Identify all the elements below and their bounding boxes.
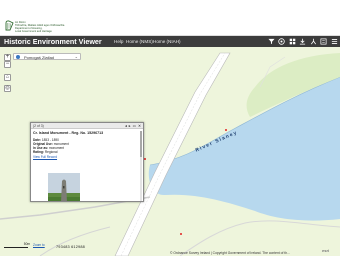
home-button[interactable]: ⌂ (4, 74, 11, 81)
layer-select-value: Pomogaš Zlatlad (24, 54, 55, 60)
popup-controls: ◂ ▸ ▭ ✕ (125, 124, 141, 129)
basemap-button[interactable] (278, 38, 286, 46)
download-button[interactable] (299, 38, 307, 46)
home-niah-link[interactable]: Home (NIAH) (153, 38, 181, 45)
next-feature-icon[interactable]: ▸ (129, 124, 131, 129)
toolbar (267, 37, 338, 46)
globe-icon (16, 54, 20, 59)
site-header: An Roinn Tithíochta, Rialtais Áitiúil ag… (0, 0, 340, 36)
app-title: Historic Environment Viewer (4, 37, 102, 46)
popup-scrollbar[interactable] (140, 131, 142, 201)
filter-button[interactable] (267, 38, 275, 46)
scroll-thumb[interactable] (140, 131, 142, 157)
scale-line (4, 247, 28, 248)
field-label: Rating: (33, 149, 44, 154)
menu-button[interactable] (330, 38, 338, 46)
scale-bar: 50m (4, 242, 30, 250)
monument-photo-image (48, 173, 80, 201)
map-view[interactable]: Pomogaš Zlatlad ⌄ + − ⌂ ◎ River Slaney 5… (0, 47, 340, 256)
help-link[interactable]: Help (114, 38, 123, 45)
layer-select[interactable]: Pomogaš Zlatlad ⌄ (13, 53, 81, 60)
zoom-to-link[interactable]: Zoom to (33, 243, 45, 247)
measure-button[interactable] (309, 38, 317, 46)
feature-popup: (2 of 3) ◂ ▸ ▭ ✕ Cr. Island Monument - R… (30, 122, 144, 247)
filter-icon (267, 38, 275, 45)
department-name: An Roinn Tithíochta, Rialtais Áitiúil ag… (15, 21, 65, 33)
layers-button[interactable] (288, 38, 296, 46)
previous-feature-icon[interactable]: ◂ (125, 124, 127, 129)
scale-label: 50m (23, 242, 30, 246)
close-icon[interactable]: ✕ (138, 124, 141, 129)
print-button[interactable] (320, 38, 328, 46)
monument-photo[interactable] (48, 173, 80, 201)
dept-line: Local Government and Heritage (15, 30, 52, 34)
esri-logo: esri (322, 248, 330, 253)
map-attribution: © Ordnance Survey Ireland | Copyright Go… (170, 251, 290, 255)
measure-icon (310, 38, 316, 45)
popup-pager: (2 of 3) (33, 123, 44, 128)
popup-body: Cr. Island Monument - Reg. No. 15296713 … (33, 131, 139, 201)
harp-logo-icon (5, 20, 14, 31)
zoom-out-button[interactable]: − (4, 61, 11, 68)
layers-icon (289, 38, 295, 45)
menu-icon (331, 39, 337, 44)
view-record-link[interactable]: View Full Record (33, 155, 139, 159)
print-icon (320, 38, 327, 45)
home-nms-link[interactable]: Home (NMS) (126, 38, 153, 45)
app-bar: Historic Environment Viewer Help Home (N… (0, 36, 340, 47)
locate-button[interactable]: ◎ (4, 85, 11, 92)
chevron-down-icon: ⌄ (74, 54, 78, 59)
dock-icon[interactable]: ▭ (133, 124, 136, 129)
popup-title: Cr. Island Monument - Reg. No. 15296713 (33, 131, 104, 135)
zoom-in-button[interactable]: + (4, 54, 11, 61)
popup-header: (2 of 3) ◂ ▸ ▭ ✕ (31, 123, 143, 129)
basemap-icon (278, 38, 285, 45)
coordinate-readout: 793483 612988 (56, 245, 85, 249)
field-value: Regional (44, 149, 58, 154)
download-icon (299, 38, 306, 45)
